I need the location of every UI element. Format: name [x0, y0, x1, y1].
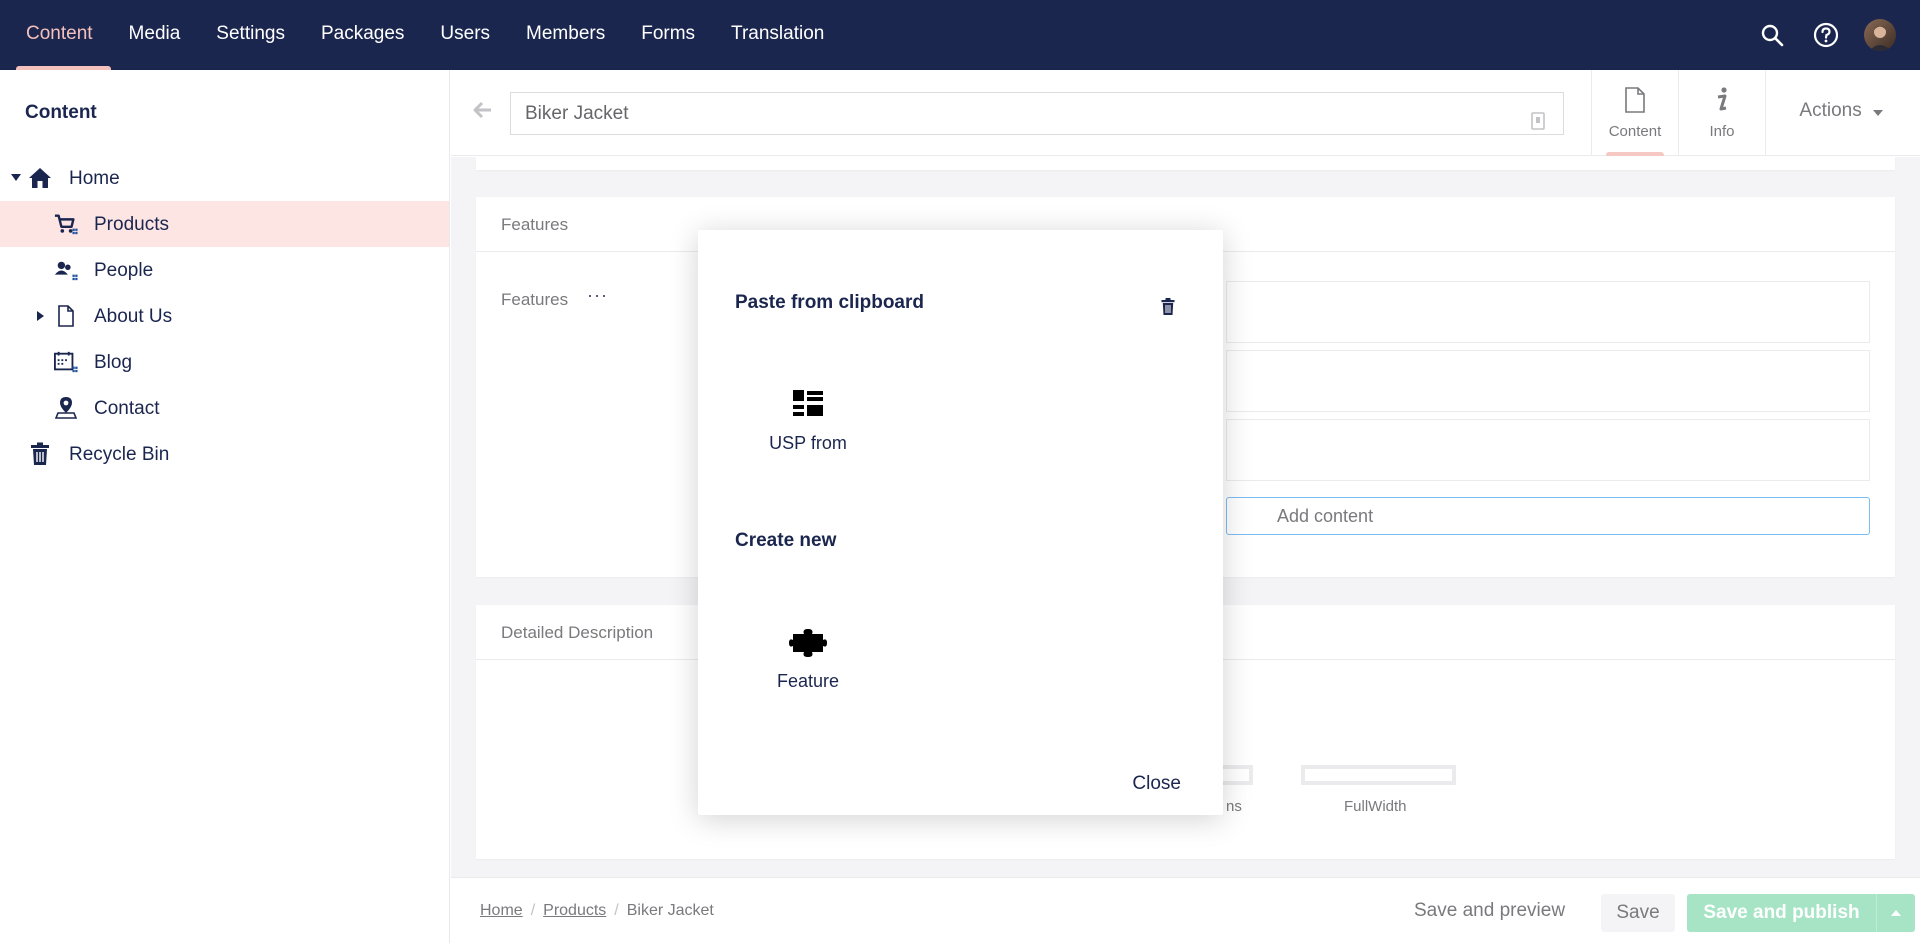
tree-item-products[interactable]: Products: [0, 201, 449, 247]
section-nav: Content Media Settings Packages Users Me…: [0, 0, 1920, 70]
help-icon[interactable]: [1810, 19, 1842, 51]
caret-down-icon[interactable]: [11, 173, 21, 183]
nav-users[interactable]: Users: [422, 0, 508, 70]
content-tree-sidebar: Content Home Products People About Us Bl…: [0, 70, 450, 943]
tree-item-blog[interactable]: Blog: [0, 339, 449, 385]
nav-media[interactable]: Media: [111, 0, 199, 70]
create-item-feature[interactable]: Feature: [738, 623, 878, 692]
tree-item-home[interactable]: Home: [0, 155, 449, 201]
list-grid-icon: [738, 385, 878, 425]
sidebar-title: Content: [25, 102, 97, 123]
tree-item-about-us[interactable]: About Us: [0, 293, 449, 339]
top-navigation: Content Media Settings Packages Users Me…: [0, 0, 1920, 70]
tree-item-label: Recycle Bin: [69, 444, 170, 465]
calendar-icon: [54, 350, 78, 374]
nav-members[interactable]: Members: [508, 0, 623, 70]
tree-item-recycle-bin[interactable]: Recycle Bin: [0, 431, 449, 477]
nav-translation[interactable]: Translation: [713, 0, 842, 70]
nav-forms[interactable]: Forms: [623, 0, 713, 70]
tree-item-contact[interactable]: Contact: [0, 385, 449, 431]
paste-from-clipboard-title: Paste from clipboard: [735, 292, 924, 313]
people-icon: [54, 258, 78, 282]
tree-item-label: Contact: [94, 398, 160, 419]
block-picker-dialog: Paste from clipboard USP from Create new…: [698, 230, 1223, 815]
search-icon[interactable]: [1756, 19, 1788, 51]
shopping-cart-icon: [54, 212, 78, 236]
tree-item-label: About Us: [94, 306, 173, 327]
document-icon: [54, 304, 78, 328]
header-tools: [1756, 0, 1896, 70]
tile-label: Feature: [776, 671, 840, 691]
clear-clipboard-trash-icon[interactable]: [1161, 298, 1177, 316]
tree-item-people[interactable]: People: [0, 247, 449, 293]
tree-item-label: Home: [69, 168, 120, 189]
nav-content[interactable]: Content: [8, 0, 111, 70]
puzzle-icon: [738, 623, 878, 663]
tile-label: USP from: [769, 433, 847, 453]
clipboard-item-usp-from[interactable]: USP from: [738, 385, 878, 454]
tree-item-label: Products: [94, 214, 169, 235]
create-new-title: Create new: [735, 530, 837, 551]
nav-settings[interactable]: Settings: [198, 0, 303, 70]
tree-item-label: People: [94, 260, 154, 281]
trash-icon: [28, 442, 52, 466]
avatar[interactable]: [1864, 19, 1896, 51]
map-pin-icon: [54, 396, 78, 420]
nav-packages[interactable]: Packages: [303, 0, 422, 70]
home-icon: [28, 166, 52, 190]
close-button[interactable]: Close: [1132, 773, 1181, 795]
tree-item-label: Blog: [94, 352, 133, 373]
caret-right-icon[interactable]: [36, 311, 46, 321]
